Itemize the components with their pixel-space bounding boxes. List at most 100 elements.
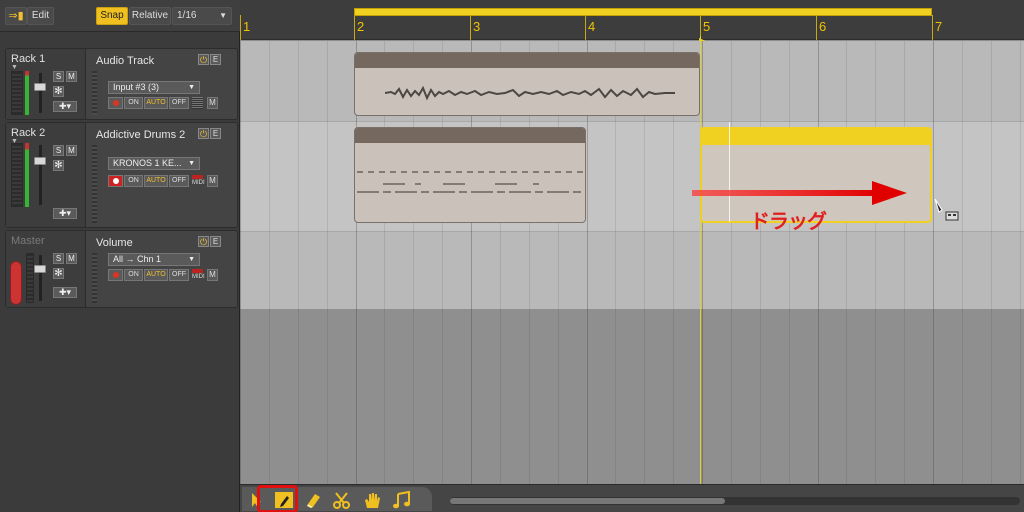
edit-instrument-button[interactable]: E: [210, 54, 221, 65]
clip-header[interactable]: [355, 53, 699, 68]
drag-arrow-icon: [692, 181, 907, 205]
mute-button[interactable]: M: [66, 71, 77, 82]
bar-tick: [816, 15, 817, 40]
snap-button[interactable]: Snap: [96, 7, 128, 25]
master-volume-knob[interactable]: [10, 261, 22, 305]
beat-gridline: [731, 309, 732, 484]
power-icon[interactable]: ⏻: [198, 236, 209, 247]
input-select[interactable]: Input #3 (3) ▼: [108, 81, 200, 94]
loop-range-bar[interactable]: [354, 8, 932, 16]
note-icon[interactable]: [390, 490, 414, 510]
power-icon[interactable]: ⏻: [198, 128, 209, 139]
bar-gridline: [240, 41, 241, 309]
beat-gridline: [327, 309, 328, 484]
scrollbar-thumb[interactable]: [450, 498, 725, 504]
track-options-icon[interactable]: ⇒▮: [5, 7, 27, 25]
grip-handle[interactable]: [92, 71, 97, 115]
track-title: Addictive Drums 2: [96, 129, 186, 141]
track-mute-button[interactable]: M: [207, 269, 218, 281]
monitor-auto-button[interactable]: AUTO: [144, 97, 168, 109]
fx-icon[interactable]: ✻: [53, 268, 64, 279]
track-mute-button[interactable]: M: [207, 97, 218, 109]
relative-button[interactable]: Relative: [129, 7, 171, 25]
record-arm-button[interactable]: [108, 175, 123, 187]
add-button[interactable]: ✚▾: [53, 101, 77, 112]
monitor-off-button[interactable]: OFF: [169, 175, 189, 187]
horizontal-scrollbar[interactable]: [450, 497, 1020, 505]
hand-icon[interactable]: [360, 490, 384, 510]
chevron-down-icon: ▼: [188, 84, 195, 91]
input-value: KRONOS 1 KE...: [113, 158, 182, 168]
monitor-on-button[interactable]: ON: [124, 97, 143, 109]
monitor-on-button[interactable]: ON: [124, 269, 143, 281]
record-arm-button[interactable]: [108, 97, 123, 109]
mute-button[interactable]: M: [66, 253, 77, 264]
chevron-down-icon: ▼: [219, 11, 227, 20]
solo-button[interactable]: S: [53, 253, 64, 264]
timeline-ruler[interactable]: 1 2 3 4 5 6 7 ▶: [240, 0, 1024, 45]
clip-header[interactable]: [355, 128, 585, 143]
volume-fader[interactable]: [34, 83, 46, 91]
monitor-off-button[interactable]: OFF: [169, 269, 189, 281]
bar-number: 2: [357, 19, 365, 34]
beat-gridline: [615, 309, 616, 484]
grid-select[interactable]: 1/16 ▼: [172, 7, 232, 25]
scissors-icon[interactable]: [330, 490, 354, 510]
bar-number: 7: [935, 19, 943, 34]
power-icon[interactable]: ⏻: [198, 54, 209, 65]
tool-bar: [240, 484, 1024, 512]
monitor-auto-button[interactable]: AUTO: [144, 269, 168, 281]
beat-gridline: [384, 309, 385, 484]
volume-fader[interactable]: [34, 265, 46, 273]
edit-instrument-button[interactable]: E: [210, 236, 221, 247]
eraser-icon[interactable]: [302, 490, 326, 510]
volume-fader[interactable]: [34, 157, 46, 165]
fader-track: [39, 145, 42, 205]
bar-number: 4: [588, 19, 596, 34]
playhead[interactable]: [700, 36, 701, 512]
rack-2-mixer: Rack 2 ▼ S M ✻ ✚▾: [6, 123, 86, 227]
midi-indicator: MIDI: [192, 269, 205, 281]
monitor-off-button[interactable]: OFF: [169, 97, 189, 109]
track-mute-button[interactable]: M: [207, 175, 218, 187]
input-select[interactable]: KRONOS 1 KE... ▼: [108, 157, 200, 170]
pencil-tool-highlight: [257, 485, 298, 512]
master-mixer: Master S M ✻ ✚▾: [6, 231, 86, 307]
fx-icon[interactable]: ✻: [53, 160, 64, 171]
fx-icon[interactable]: ✻: [53, 86, 64, 97]
bar-gridline: [356, 309, 357, 484]
track-list-panel: ⇒▮ Edit Snap Relative 1/16 ▼ Rack 1 ▼ S …: [0, 0, 240, 512]
beat-gridline: [846, 309, 847, 484]
chevron-down-icon: ▼: [188, 160, 195, 167]
mute-button[interactable]: M: [66, 145, 77, 156]
drag-annotation-text: ドラッグ: [750, 211, 827, 233]
midi-activity-bar: [192, 269, 203, 273]
record-arm-button[interactable]: [108, 269, 123, 281]
edit-button[interactable]: Edit: [27, 7, 54, 25]
audio-clip[interactable]: [354, 52, 700, 116]
waveform: [385, 85, 675, 101]
collapse-icon[interactable]: ▼: [11, 64, 18, 71]
arrange-area: 1 2 3 4 5 6 7 ▶: [240, 0, 1024, 512]
beat-gridline: [269, 41, 270, 309]
midi-label: MIDI: [192, 180, 205, 186]
grip-handle[interactable]: [92, 145, 97, 223]
beat-gridline: [413, 309, 414, 484]
edit-instrument-button[interactable]: E: [210, 128, 221, 139]
monitor-auto-button[interactable]: AUTO: [144, 175, 168, 187]
grip-handle[interactable]: [92, 253, 97, 303]
bar-tick: [354, 15, 355, 40]
input-select[interactable]: All → Chn 1 ▼: [108, 253, 200, 266]
add-button[interactable]: ✚▾: [53, 287, 77, 298]
solo-button[interactable]: S: [53, 145, 64, 156]
empty-arrange-area[interactable]: [240, 309, 1024, 484]
beat-gridline: [500, 309, 501, 484]
clip-header[interactable]: [702, 129, 930, 145]
track-lane-master[interactable]: [240, 231, 1024, 309]
solo-button[interactable]: S: [53, 71, 64, 82]
midi-clip[interactable]: [354, 127, 586, 223]
monitor-on-button[interactable]: ON: [124, 175, 143, 187]
add-button[interactable]: ✚▾: [53, 208, 77, 219]
level-bar: [25, 143, 29, 207]
beat-gridline: [558, 309, 559, 484]
